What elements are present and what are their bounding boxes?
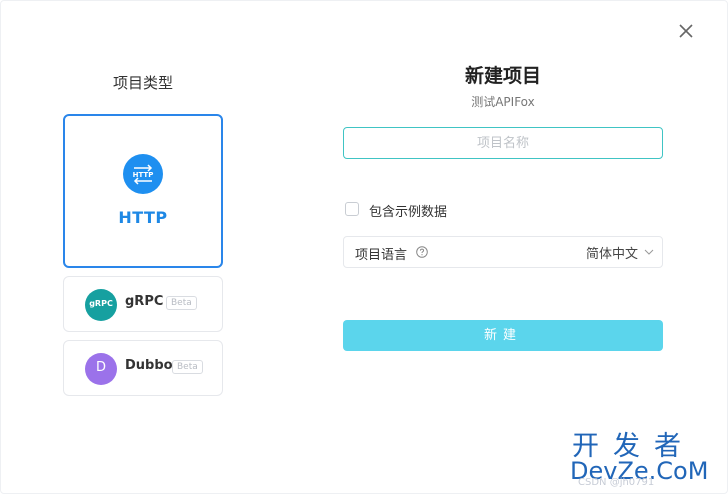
dialog-title: 新建项目 (464, 65, 541, 87)
chevron-down-icon (644, 249, 654, 255)
dubbo-label: Dubbo (125, 358, 173, 373)
project-type-dubbo[interactable]: D Dubbo Beta (63, 340, 223, 396)
grpc-label: gRPC (125, 294, 164, 309)
project-type-http[interactable]: HTTP HTTP (63, 114, 223, 268)
dubbo-icon-text: D (95, 360, 106, 375)
project-name-input[interactable] (343, 127, 663, 159)
dubbo-icon: D (85, 353, 117, 385)
help-icon[interactable] (416, 246, 428, 258)
svg-text:HTTP: HTTP (133, 171, 154, 179)
watermark: 开发者 DevZe.CoM CSDN @jh0791 (568, 424, 724, 488)
project-language-label: 项目语言 (355, 248, 408, 263)
project-type-grpc[interactable]: gRPC gRPC Beta (63, 276, 223, 332)
sample-data-checkbox[interactable] (345, 202, 359, 216)
team-subtitle: 测试APIFox (471, 95, 535, 109)
project-language-select[interactable]: 简体中文 (586, 237, 654, 267)
grpc-icon-text: gRPC (89, 299, 113, 308)
close-icon[interactable] (677, 22, 695, 40)
watermark-small: CSDN @jh0791 (578, 477, 655, 488)
project-language-row: 项目语言 简体中文 (343, 236, 663, 268)
project-language-value: 简体中文 (585, 246, 638, 262)
create-button[interactable]: 新建 (343, 320, 663, 351)
project-type-heading: 项目类型 (112, 74, 173, 92)
sample-data-label[interactable]: 包含示例数据 (369, 201, 447, 220)
http-arrows-icon: HTTP (123, 154, 163, 194)
grpc-beta-badge: Beta (166, 296, 197, 310)
dubbo-beta-badge: Beta (172, 360, 203, 374)
grpc-icon: gRPC (85, 289, 117, 321)
http-label: HTTP (118, 208, 168, 227)
